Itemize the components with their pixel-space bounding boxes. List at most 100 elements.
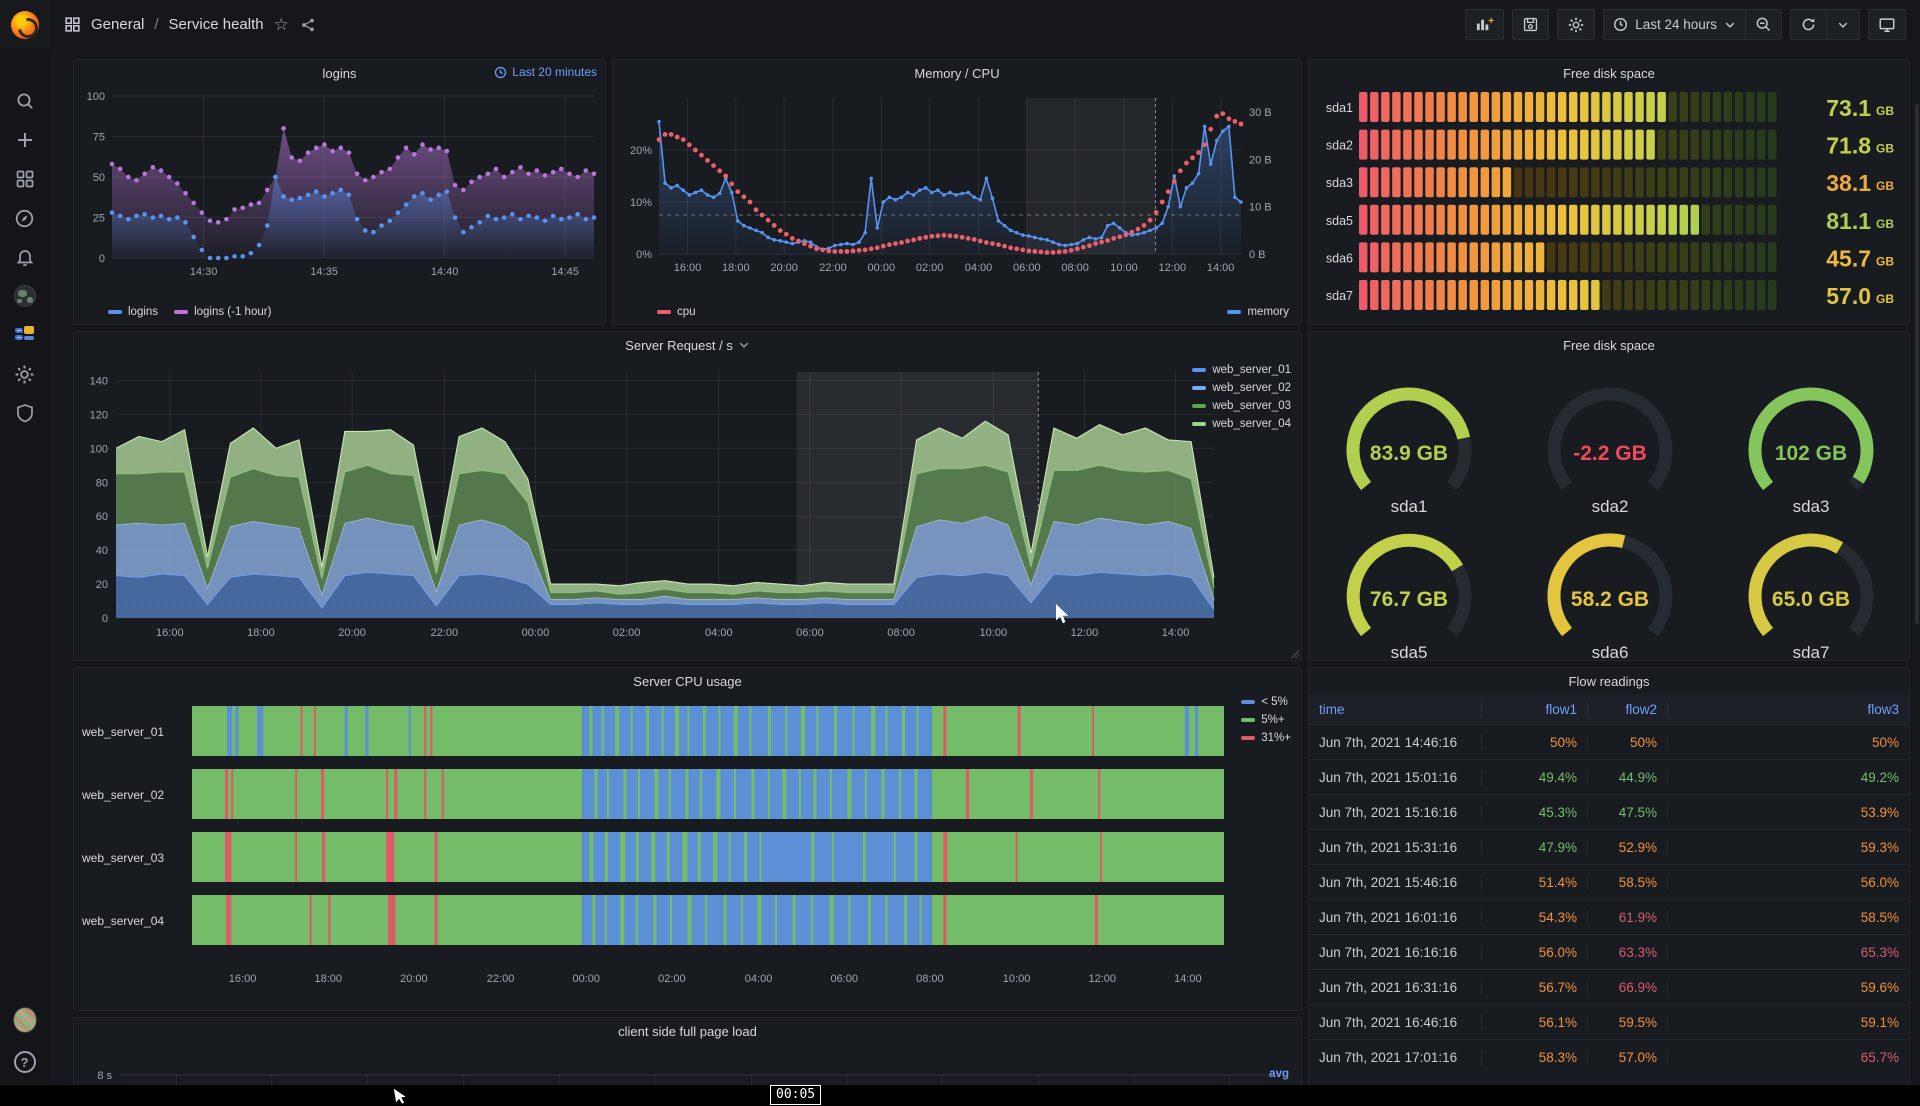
- legend-item[interactable]: memory: [1227, 306, 1289, 318]
- panel-title-memory-cpu[interactable]: Memory / CPU: [613, 60, 1301, 86]
- cell-time: Jun 7th, 2021 16:46:16: [1309, 1015, 1481, 1030]
- breadcrumb-section[interactable]: General: [91, 16, 144, 33]
- panel-title-flow-readings[interactable]: Flow readings: [1309, 668, 1909, 694]
- video-timestamp: 00:05: [770, 1085, 821, 1105]
- search-icon[interactable]: [13, 89, 37, 113]
- disk-bargauge[interactable]: sda173.1GBsda271.8GBsda338.1GBsda581.1GB…: [1309, 86, 1909, 329]
- legend-item[interactable]: cpu: [657, 306, 696, 318]
- server-requests-chart[interactable]: 02040608010012014016:0018:0020:0022:0000…: [74, 358, 1301, 665]
- memory-cpu-chart[interactable]: 0%10%20%0 B10 B20 B30 B16:0018:0020:0022…: [613, 86, 1301, 297]
- legend-series-color: [1241, 700, 1255, 704]
- column-header-time[interactable]: time: [1309, 702, 1481, 717]
- time-range-picker[interactable]: Last 24 hours: [1603, 9, 1746, 40]
- video-progress-bar[interactable]: [0, 1085, 1920, 1106]
- svg-text:0%: 0%: [636, 249, 652, 261]
- svg-text:71.8: 71.8: [1826, 133, 1871, 159]
- cell-flow3: 58.5%: [1667, 910, 1909, 925]
- grafana-logo[interactable]: [0, 0, 49, 49]
- legend-item[interactable]: web_server_04: [1192, 418, 1291, 430]
- server-cpu-usage-legend: < 5% 5%+ 31%+: [1241, 696, 1291, 744]
- svg-text:sda5: sda5: [1326, 214, 1353, 228]
- favorite-star-icon[interactable]: ☆: [274, 16, 289, 33]
- svg-text:06:00: 06:00: [830, 973, 858, 985]
- svg-text:08:00: 08:00: [887, 627, 915, 639]
- cell-flow3: 50%: [1667, 735, 1909, 750]
- dashboard-settings-button[interactable]: [1557, 9, 1595, 40]
- legend-series-label: 5%+: [1261, 714, 1284, 726]
- share-icon[interactable]: [299, 16, 317, 34]
- legend-item[interactable]: logins (-1 hour): [174, 306, 271, 318]
- cell-flow1: 58.3%: [1481, 1050, 1587, 1065]
- admin-shield-icon[interactable]: [13, 401, 37, 425]
- panel-title-free-disk-bars[interactable]: Free disk space: [1309, 60, 1909, 86]
- svg-text:0: 0: [102, 613, 108, 625]
- svg-text:25: 25: [93, 213, 105, 225]
- logins-chart[interactable]: 025507510014:3014:3514:4014:45: [74, 86, 605, 297]
- svg-text:12:00: 12:00: [1088, 973, 1116, 985]
- legend-item[interactable]: web_server_01: [1192, 364, 1291, 376]
- zoom-out-time-button[interactable]: [1745, 9, 1782, 40]
- svg-text:14:00: 14:00: [1207, 262, 1235, 274]
- legend-item[interactable]: 5%+: [1241, 714, 1284, 726]
- column-header-flow3[interactable]: flow3: [1667, 702, 1909, 717]
- panel-resize-handle[interactable]: [1290, 649, 1299, 658]
- save-dashboard-button[interactable]: [1512, 9, 1549, 40]
- svg-text:10:00: 10:00: [980, 627, 1008, 639]
- help-icon[interactable]: ?: [13, 1050, 37, 1074]
- legend-series-label: cpu: [677, 306, 696, 318]
- user-avatar[interactable]: [13, 1008, 37, 1032]
- server-cpu-usage-chart[interactable]: web_server_01web_server_02web_server_03w…: [74, 694, 1301, 1015]
- cell-flow2: 59.5%: [1587, 1015, 1667, 1030]
- pageload-legend-avg[interactable]: avg: [1269, 1068, 1289, 1080]
- disk-gauges[interactable]: 83.9 GBsda1-2.2 GBsda2102 GBsda376.7 GBs…: [1309, 358, 1909, 665]
- panel-title-pageload[interactable]: client side full page load: [74, 1018, 1301, 1044]
- app-plugin-icon[interactable]: [13, 323, 37, 347]
- cell-flow1: 45.3%: [1481, 805, 1587, 820]
- column-header-flow1[interactable]: flow1: [1481, 702, 1587, 717]
- legend-item[interactable]: 31%+: [1241, 732, 1291, 744]
- svg-text:20:00: 20:00: [400, 973, 428, 985]
- svg-text:14:30: 14:30: [190, 266, 218, 278]
- cell-flow3: 59.3%: [1667, 840, 1909, 855]
- svg-text:100: 100: [87, 91, 105, 103]
- svg-text:sda1: sda1: [1326, 101, 1353, 115]
- panel-title-server-requests[interactable]: Server Request / s: [74, 332, 1301, 358]
- explore-compass-icon[interactable]: [13, 206, 37, 230]
- scrollbar-thumb[interactable]: [1915, 104, 1919, 624]
- legend-item[interactable]: < 5%: [1241, 696, 1288, 708]
- panel-title-server-cpu-usage[interactable]: Server CPU usage: [74, 668, 1301, 694]
- legend-series-label: web_server_03: [1212, 400, 1291, 412]
- breadcrumb-page[interactable]: Service health: [169, 16, 264, 33]
- cell-flow2: 58.5%: [1587, 875, 1667, 890]
- legend-series-color: [1241, 736, 1255, 740]
- svg-text:0: 0: [99, 253, 105, 265]
- svg-text:10:00: 10:00: [1110, 262, 1138, 274]
- cell-flow2: 66.9%: [1587, 980, 1667, 995]
- time-override-badge[interactable]: Last 20 minutes: [494, 65, 597, 79]
- panel-logins: logins Last 20 minutes 025507510014:3014…: [73, 59, 606, 325]
- svg-text:10 B: 10 B: [1249, 202, 1272, 214]
- svg-text:04:00: 04:00: [705, 627, 733, 639]
- table-row: Jun 7th, 2021 16:16:1656.0%63.3%65.3%: [1309, 934, 1909, 969]
- table-row: Jun 7th, 2021 14:46:1650%50%50%: [1309, 724, 1909, 759]
- world-plugin-icon[interactable]: [13, 284, 37, 308]
- cell-flow2: 50%: [1587, 735, 1667, 750]
- add-panel-button[interactable]: +: [1465, 9, 1504, 40]
- legend-item[interactable]: web_server_02: [1192, 382, 1291, 394]
- cell-flow1: 51.4%: [1481, 875, 1587, 890]
- configuration-gear-icon[interactable]: [13, 362, 37, 386]
- legend-item[interactable]: logins: [108, 306, 158, 318]
- column-header-flow2[interactable]: flow2: [1587, 702, 1667, 717]
- refresh-interval-dropdown[interactable]: [1826, 9, 1860, 40]
- svg-text:sda2: sda2: [1592, 497, 1629, 516]
- add-icon[interactable]: [13, 128, 37, 152]
- legend-item[interactable]: web_server_03: [1192, 400, 1291, 412]
- panel-title-free-disk-gauges[interactable]: Free disk space: [1309, 332, 1909, 358]
- refresh-button[interactable]: [1790, 9, 1827, 40]
- dashboards-icon[interactable]: [13, 167, 37, 191]
- kiosk-mode-button[interactable]: [1868, 9, 1906, 40]
- alerting-bell-icon[interactable]: [13, 245, 37, 269]
- flow-readings-table[interactable]: timeflow1flow2flow3 Jun 7th, 2021 14:46:1…: [1309, 694, 1909, 1104]
- svg-text:14:00: 14:00: [1174, 973, 1202, 985]
- svg-text:18:00: 18:00: [314, 973, 342, 985]
